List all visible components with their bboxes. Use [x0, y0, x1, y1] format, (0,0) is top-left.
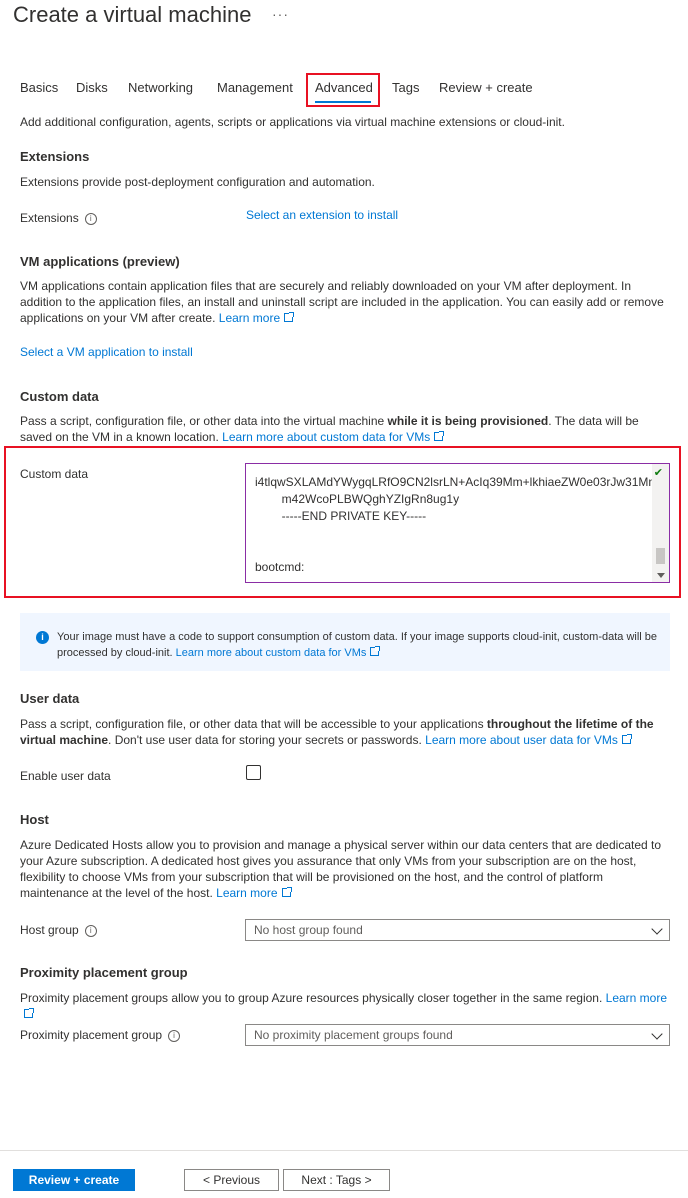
custom-data-description: Pass a script, configuration file, or ot…: [20, 413, 672, 445]
custom-data-textarea[interactable]: i4tlqwSXLAMdYWygqLRfO9CN2lsrLN+AcIq39Mm+…: [245, 463, 670, 583]
user-data-description: Pass a script, configuration file, or ot…: [20, 716, 672, 748]
host-group-dropdown[interactable]: No host group found: [245, 919, 670, 941]
host-group-value: No host group found: [254, 923, 363, 937]
valid-check-icon: ✔: [653, 467, 663, 479]
chevron-down-icon: [651, 923, 663, 935]
custom-data-learn-more-link[interactable]: Learn more about custom data for VMs: [222, 430, 445, 444]
tab-management[interactable]: Management: [217, 80, 293, 95]
scrollbar-thumb[interactable]: [656, 548, 665, 564]
extensions-label: Extensions i: [20, 211, 97, 225]
vm-applications-description-text: VM applications contain application file…: [20, 279, 664, 325]
extensions-label-text: Extensions: [20, 211, 79, 225]
enable-user-data-checkbox[interactable]: [246, 765, 261, 780]
user-data-learn-more-link[interactable]: Learn more about user data for VMs: [425, 733, 632, 747]
external-link-icon: [281, 887, 292, 897]
info-icon[interactable]: i: [168, 1029, 181, 1042]
host-description: Azure Dedicated Hosts allow you to provi…: [20, 837, 672, 901]
footer-divider: [0, 1150, 688, 1151]
proximity-heading: Proximity placement group: [20, 965, 188, 980]
host-learn-more-link[interactable]: Learn more: [216, 886, 292, 900]
external-link-icon: [284, 312, 295, 322]
proximity-description: Proximity placement groups allow you to …: [20, 990, 672, 1022]
vm-applications-heading: VM applications (preview): [20, 254, 180, 269]
external-link-icon: [621, 734, 632, 744]
extensions-heading: Extensions: [20, 149, 90, 164]
host-learn-more-text: Learn more: [216, 886, 278, 900]
external-link-icon: [434, 431, 445, 441]
custom-data-info-bar: i Your image must have a code to support…: [20, 613, 670, 671]
custom-data-heading: Custom data: [20, 389, 99, 404]
info-icon[interactable]: i: [84, 924, 97, 937]
tab-disks[interactable]: Disks: [76, 80, 108, 95]
proximity-group-value: No proximity placement groups found: [254, 1028, 453, 1042]
custom-data-value[interactable]: i4tlqwSXLAMdYWygqLRfO9CN2lsrLN+AcIq39Mm+…: [255, 474, 669, 576]
next-tags-button[interactable]: Next : Tags >: [283, 1169, 390, 1191]
user-data-learn-more-text: Learn more about user data for VMs: [425, 733, 618, 747]
select-vm-application-link[interactable]: Select a VM application to install: [20, 345, 193, 359]
page-title: Create a virtual machine: [13, 2, 252, 27]
info-bar-link-text: Learn more about custom data for VMs: [175, 647, 367, 659]
user-data-heading: User data: [20, 691, 80, 706]
proximity-group-label-text: Proximity placement group: [20, 1028, 163, 1042]
custom-data-desc-bold: while it is being provisioned: [387, 414, 549, 428]
tab-highlight-box: [306, 73, 380, 107]
vm-applications-description: VM applications contain application file…: [20, 278, 672, 326]
tab-networking[interactable]: Networking: [128, 80, 193, 95]
proximity-group-dropdown[interactable]: No proximity placement groups found: [245, 1024, 670, 1046]
external-link-icon: [24, 1008, 34, 1018]
host-group-label-text: Host group: [20, 923, 79, 937]
user-data-desc-part2: . Don't use user data for storing your s…: [108, 733, 422, 747]
tab-review-create[interactable]: Review + create: [439, 80, 533, 95]
info-bar-text: Your image must have a code to support c…: [57, 629, 662, 661]
scroll-down-icon[interactable]: [657, 573, 665, 578]
vm-applications-learn-more-text: Learn more: [218, 311, 281, 325]
external-link-icon: [370, 646, 381, 656]
proximity-description-text: Proximity placement groups allow you to …: [20, 991, 603, 1005]
user-data-desc-part1: Pass a script, configuration file, or ot…: [20, 717, 487, 731]
custom-data-desc-part1: Pass a script, configuration file, or ot…: [20, 414, 388, 428]
host-heading: Host: [20, 812, 49, 827]
custom-data-learn-more-text: Learn more about custom data for VMs: [222, 430, 431, 444]
custom-data-label: Custom data: [20, 467, 89, 481]
intro-text: Add additional configuration, agents, sc…: [20, 115, 565, 129]
host-group-label: Host group i: [20, 923, 97, 937]
proximity-learn-more-text: Learn more: [605, 991, 668, 1005]
vm-applications-learn-more-link[interactable]: Learn more: [218, 311, 295, 325]
enable-user-data-label: Enable user data: [20, 769, 111, 783]
select-extension-link[interactable]: Select an extension to install: [246, 208, 398, 222]
extensions-description: Extensions provide post-deployment confi…: [20, 175, 375, 189]
previous-button[interactable]: < Previous: [184, 1169, 279, 1191]
host-description-text: Azure Dedicated Hosts allow you to provi…: [20, 838, 662, 900]
tab-basics[interactable]: Basics: [20, 80, 58, 95]
info-circle-icon: i: [36, 631, 49, 644]
info-icon[interactable]: i: [84, 212, 97, 225]
proximity-group-label: Proximity placement group i: [20, 1028, 181, 1042]
review-create-button[interactable]: Review + create: [13, 1169, 135, 1191]
tab-tags[interactable]: Tags: [392, 80, 419, 95]
textarea-scrollbar[interactable]: ✔: [652, 464, 669, 582]
more-options-icon[interactable]: ···: [272, 6, 289, 22]
info-bar-learn-more-link[interactable]: Learn more about custom data for VMs: [175, 646, 381, 659]
chevron-down-icon: [651, 1028, 663, 1040]
